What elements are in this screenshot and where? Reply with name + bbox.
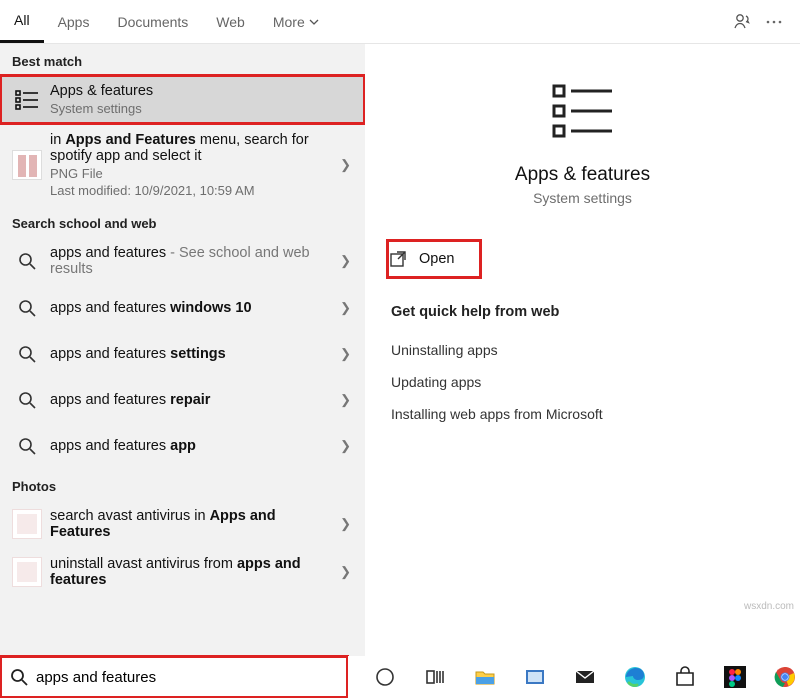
apps-features-large-icon: [544, 72, 622, 150]
result-photo-2[interactable]: uninstall avast antivirus from apps and …: [0, 548, 365, 596]
chevron-right-icon[interactable]: ❯: [332, 346, 359, 362]
search-icon: [12, 246, 42, 276]
chevron-right-icon[interactable]: ❯: [332, 392, 359, 408]
tab-all[interactable]: All: [0, 0, 44, 43]
tab-documents[interactable]: Documents: [103, 0, 202, 43]
open-label: Open: [419, 251, 454, 267]
text: uninstall avast antivirus from: [50, 556, 237, 572]
top-tab-bar: All Apps Documents Web More: [0, 0, 800, 44]
text: apps and features: [50, 245, 166, 261]
open-icon: [387, 248, 409, 270]
text: apps and features: [50, 346, 170, 362]
results-pane: Best match Apps & features System settin…: [0, 44, 365, 656]
result-web-4[interactable]: apps and features repair ❯: [0, 377, 365, 423]
chevron-right-icon[interactable]: ❯: [332, 157, 359, 173]
result-type: PNG File: [50, 166, 332, 181]
bottom-bar: [0, 656, 800, 698]
tabs: All Apps Documents Web More: [0, 0, 333, 43]
watermark: wsxdn.com: [744, 601, 794, 612]
text-bold: app: [170, 438, 196, 454]
search-icon: [2, 668, 36, 686]
text: apps and features: [50, 300, 170, 316]
text: apps and features: [50, 392, 170, 408]
result-title: in Apps and Features menu, search for sp…: [50, 132, 332, 164]
text-bold: windows 10: [170, 300, 251, 316]
text: apps and features: [50, 438, 170, 454]
result-apps-and-features[interactable]: Apps & features System settings: [0, 75, 365, 124]
tab-more[interactable]: More: [259, 0, 333, 43]
tab-more-label: More: [273, 14, 305, 30]
chevron-right-icon[interactable]: ❯: [332, 438, 359, 454]
more-options-icon[interactable]: [758, 6, 790, 38]
text: in: [50, 132, 65, 148]
search-icon: [12, 339, 42, 369]
text-bold: Apps and Features: [65, 132, 196, 148]
chevron-right-icon[interactable]: ❯: [332, 564, 359, 580]
chevron-right-icon[interactable]: ❯: [332, 253, 359, 269]
result-web-2[interactable]: apps and features windows 10 ❯: [0, 285, 365, 331]
preview-subtitle: System settings: [391, 190, 774, 206]
result-web-5[interactable]: apps and features app ❯: [0, 423, 365, 469]
tab-web[interactable]: Web: [202, 0, 259, 43]
result-file-tip[interactable]: in Apps and Features menu, search for sp…: [0, 124, 365, 206]
result-title: search avast antivirus in Apps and Featu…: [50, 508, 332, 540]
image-thumbnail-icon: [12, 557, 42, 587]
result-title: apps and features app: [50, 438, 332, 454]
section-school-web: Search school and web: [0, 206, 365, 237]
search-icon: [12, 431, 42, 461]
image-thumbnail-icon: [12, 150, 42, 180]
tab-apps[interactable]: Apps: [44, 0, 104, 43]
taskbar: [348, 656, 800, 698]
result-title: apps and features - See school and web r…: [50, 245, 332, 277]
list-settings-icon: [12, 85, 42, 115]
taskbar-chrome-icon[interactable]: [770, 662, 800, 692]
preview-title: Apps & features: [391, 164, 774, 186]
search-box[interactable]: [0, 656, 348, 698]
feedback-icon[interactable]: [726, 6, 758, 38]
taskbar-cortana-icon[interactable]: [370, 662, 400, 692]
section-best-match: Best match: [0, 44, 365, 75]
result-title: apps and features repair: [50, 392, 332, 408]
result-subtitle: System settings: [50, 101, 359, 116]
search-icon: [12, 385, 42, 415]
search-input[interactable]: [36, 669, 346, 686]
chevron-right-icon[interactable]: ❯: [332, 300, 359, 316]
taskbar-snip-icon[interactable]: [520, 662, 550, 692]
quick-help-header: Get quick help from web: [391, 304, 774, 320]
taskbar-store-icon[interactable]: [670, 662, 700, 692]
text-bold: settings: [170, 346, 226, 362]
section-photos: Photos: [0, 469, 365, 500]
result-title: uninstall avast antivirus from apps and …: [50, 556, 332, 588]
quick-link-installing[interactable]: Installing web apps from Microsoft: [391, 398, 774, 430]
taskbar-taskview-icon[interactable]: [420, 662, 450, 692]
result-web-3[interactable]: apps and features settings ❯: [0, 331, 365, 377]
result-modified: Last modified: 10/9/2021, 10:59 AM: [50, 183, 332, 198]
result-title: Apps & features: [50, 83, 359, 99]
preview-pane: Apps & features System settings Open Get…: [365, 44, 800, 656]
taskbar-file-explorer-icon[interactable]: [470, 662, 500, 692]
quick-link-updating[interactable]: Updating apps: [391, 366, 774, 398]
text-bold: repair: [170, 392, 210, 408]
search-icon: [12, 293, 42, 323]
chevron-right-icon[interactable]: ❯: [332, 516, 359, 532]
taskbar-mail-icon[interactable]: [570, 662, 600, 692]
result-photo-1[interactable]: search avast antivirus in Apps and Featu…: [0, 500, 365, 548]
taskbar-edge-icon[interactable]: [620, 662, 650, 692]
result-title: apps and features windows 10: [50, 300, 332, 316]
open-button[interactable]: Open: [387, 240, 481, 278]
chevron-down-icon: [309, 19, 319, 25]
image-thumbnail-icon: [12, 509, 42, 539]
taskbar-figma-icon[interactable]: [720, 662, 750, 692]
quick-link-uninstalling[interactable]: Uninstalling apps: [391, 334, 774, 366]
text: search avast antivirus in: [50, 508, 210, 524]
result-web-1[interactable]: apps and features - See school and web r…: [0, 237, 365, 285]
result-title: apps and features settings: [50, 346, 332, 362]
